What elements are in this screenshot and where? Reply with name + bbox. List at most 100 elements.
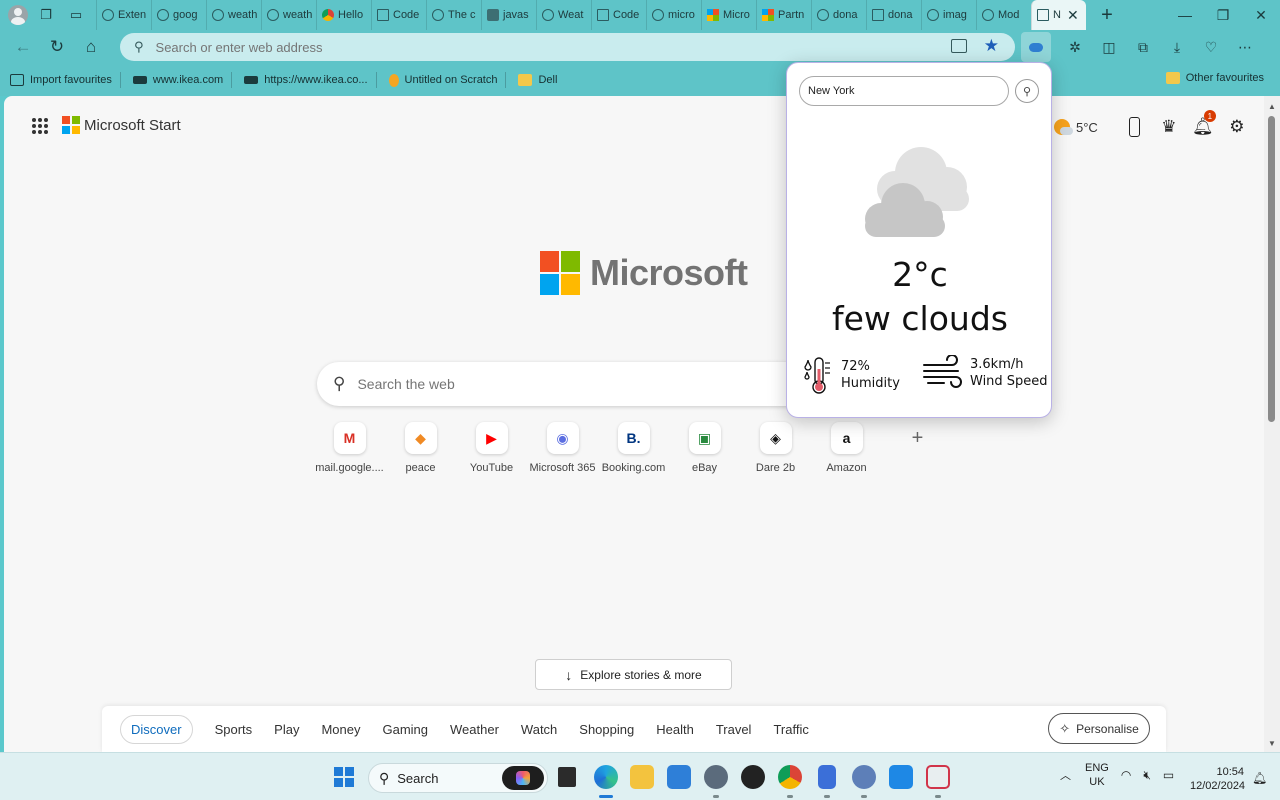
- edge-browser-icon[interactable]: [594, 765, 618, 789]
- quick-link[interactable]: ◆ peace: [385, 422, 456, 474]
- city-search-button[interactable]: ⚲: [1015, 79, 1039, 103]
- home-button[interactable]: ⌂: [74, 32, 108, 62]
- favourite-item[interactable]: www.ikea.com: [132, 74, 223, 86]
- favourite-item[interactable]: https://www.ikea.co...: [244, 74, 368, 86]
- favourite-item[interactable]: Untitled on Scratch: [388, 73, 497, 87]
- search-input[interactable]: [357, 376, 778, 392]
- copilot-icon[interactable]: [502, 766, 544, 790]
- microsoft-start-logo[interactable]: Microsoft Start: [62, 116, 181, 134]
- feed-tab[interactable]: Money: [321, 722, 360, 737]
- quick-link[interactable]: a Amazon: [811, 422, 882, 474]
- feed-tab[interactable]: Travel: [716, 722, 752, 737]
- add-shortcut-button[interactable]: +: [882, 422, 953, 454]
- tab[interactable]: weath: [206, 0, 261, 30]
- notepad-icon[interactable]: [818, 765, 836, 789]
- quick-link[interactable]: ▶ YouTube: [456, 422, 527, 474]
- immersive-reader-icon[interactable]: [951, 39, 967, 53]
- other-favourites-button[interactable]: Other favourites: [1165, 72, 1264, 84]
- settings-gear-icon[interactable]: ⚙: [1220, 114, 1254, 140]
- feed-tab[interactable]: Weather: [450, 722, 499, 737]
- scroll-up-arrow-icon[interactable]: ▲: [1268, 102, 1276, 111]
- clock[interactable]: 10:54 12/02/2024: [1190, 765, 1245, 793]
- tab[interactable]: Mod: [976, 0, 1031, 30]
- back-button[interactable]: ←: [6, 32, 40, 62]
- tab[interactable]: Hello: [316, 0, 371, 30]
- language-indicator[interactable]: ENG UK: [1085, 761, 1109, 789]
- quick-link[interactable]: ▣ eBay: [669, 422, 740, 474]
- extensions-icon[interactable]: ✲: [1058, 32, 1092, 62]
- performance-icon[interactable]: ♡: [1194, 32, 1228, 62]
- task-view-icon[interactable]: [558, 767, 576, 787]
- notifications-bell-icon[interactable]: 🔔︎ 1: [1186, 110, 1220, 140]
- feed-tab[interactable]: Health: [656, 722, 694, 737]
- favourite-item[interactable]: Dell: [518, 74, 557, 86]
- tab[interactable]: Partn: [756, 0, 811, 30]
- scroll-thumb[interactable]: [1268, 116, 1275, 422]
- tab[interactable]: javas: [481, 0, 536, 30]
- new-tab-button[interactable]: +: [1092, 0, 1122, 30]
- more-menu-icon[interactable]: ⋯: [1228, 32, 1262, 62]
- tab[interactable]: dona: [811, 0, 866, 30]
- tab[interactable]: micro: [646, 0, 701, 30]
- page-scrollbar[interactable]: ▲ ▼: [1264, 96, 1280, 752]
- feed-tab[interactable]: Play: [274, 722, 299, 737]
- tab[interactable]: imag: [921, 0, 976, 30]
- settings-app-icon[interactable]: [704, 765, 728, 789]
- city-input[interactable]: [799, 76, 1009, 106]
- chevron-up-icon[interactable]: ︿: [1060, 767, 1071, 783]
- address-input[interactable]: [155, 39, 916, 55]
- quick-link[interactable]: Mmail.google....: [314, 422, 385, 474]
- weather-chip[interactable]: 5°C: [1054, 119, 1098, 135]
- profile-avatar[interactable]: [8, 5, 28, 25]
- split-screen-icon[interactable]: ◫: [1092, 32, 1126, 62]
- tab[interactable]: Exten: [96, 0, 151, 30]
- feed-tab[interactable]: Sports: [215, 722, 253, 737]
- speaker-muted-icon[interactable]: 🔇︎: [1143, 768, 1151, 783]
- tab[interactable]: Code: [371, 0, 426, 30]
- downloads-icon[interactable]: ⤓: [1160, 32, 1194, 62]
- feed-tab[interactable]: Watch: [521, 722, 557, 737]
- weather-extension-button[interactable]: [1021, 32, 1051, 62]
- pin-app-icon[interactable]: [852, 765, 876, 789]
- feed-tab[interactable]: Shopping: [579, 722, 634, 737]
- battery-icon[interactable]: ▭: [1163, 768, 1174, 782]
- close-tab-icon[interactable]: ✕: [1067, 7, 1079, 24]
- feed-tab[interactable]: Traffic: [773, 722, 808, 737]
- workspaces-icon[interactable]: ❐: [34, 3, 58, 27]
- favourite-item[interactable]: Import favourites: [10, 74, 112, 86]
- refresh-button[interactable]: ↻: [40, 32, 74, 62]
- explore-stories-button[interactable]: ↓ Explore stories & more: [535, 659, 732, 690]
- close-window-button[interactable]: ✕: [1242, 0, 1280, 30]
- quick-link[interactable]: ◉ Microsoft 365: [527, 422, 598, 474]
- windows-start-icon[interactable]: [334, 767, 354, 787]
- tab[interactable]: weath: [261, 0, 316, 30]
- snipping-tool-icon[interactable]: [926, 765, 950, 789]
- file-explorer-icon[interactable]: [630, 765, 654, 789]
- tab[interactable]: goog: [151, 0, 206, 30]
- personalise-button[interactable]: ✧ Personalise: [1048, 713, 1150, 744]
- tab[interactable]: Micro: [701, 0, 756, 30]
- tab[interactable]: The c: [426, 0, 481, 30]
- tab-active[interactable]: N ✕: [1031, 0, 1086, 30]
- taskbar-search[interactable]: ⚲ Search: [368, 763, 548, 793]
- notification-center-icon[interactable]: 🔔︎: [1252, 771, 1267, 785]
- tab[interactable]: dona: [866, 0, 921, 30]
- chrome-icon[interactable]: [778, 765, 802, 789]
- collections-icon[interactable]: ⧉: [1126, 32, 1160, 62]
- quick-link[interactable]: ◈ Dare 2b: [740, 422, 811, 474]
- store-icon[interactable]: [667, 765, 691, 789]
- tab-actions-icon[interactable]: ▭: [64, 3, 88, 27]
- tab[interactable]: Weat: [536, 0, 591, 30]
- wifi-icon[interactable]: ◠: [1121, 768, 1131, 782]
- address-bar[interactable]: ⚲ ★: [120, 33, 1015, 61]
- restore-button[interactable]: ❐: [1204, 0, 1242, 30]
- minimize-button[interactable]: —: [1166, 0, 1204, 30]
- quick-link[interactable]: B. Booking.com: [598, 422, 669, 474]
- scroll-down-arrow-icon[interactable]: ▼: [1268, 739, 1276, 748]
- phone-icon[interactable]: [1118, 114, 1152, 140]
- paint-icon[interactable]: [889, 765, 913, 789]
- app-launcher-icon[interactable]: [32, 118, 48, 134]
- feed-tab[interactable]: Discover: [120, 714, 193, 744]
- feed-tab[interactable]: Gaming: [382, 722, 428, 737]
- obs-icon[interactable]: [741, 765, 765, 789]
